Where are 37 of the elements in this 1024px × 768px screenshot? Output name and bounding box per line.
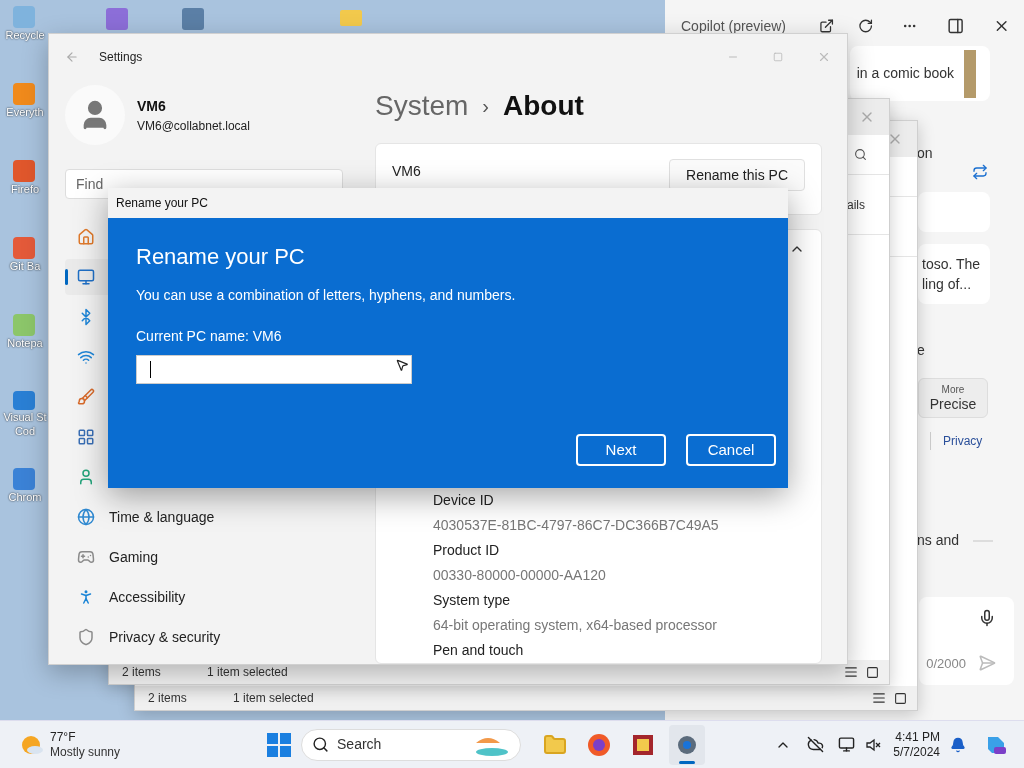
message-text: toso. The (922, 255, 982, 274)
pc-name: VM6 (392, 161, 421, 181)
weather-condition: Mostly sunny (50, 744, 121, 760)
desktop-icon-label: Notepa (7, 336, 43, 350)
dialog-heading: Rename your PC (136, 243, 306, 271)
card-text: in a comic book (856, 64, 954, 83)
spec-value: 00330-80000-00000-AA120 (433, 566, 607, 585)
spec-value: 4030537E-81BC-4797-86C7-DC366B7C49A5 (433, 516, 720, 535)
spec-label: System type (433, 591, 512, 610)
item-count: 2 items (148, 690, 188, 707)
user-name: VM6 (137, 96, 167, 116)
desktop-icon-label: Firefo (10, 182, 40, 196)
desktop-icon-label: Visual St Cod (3, 410, 47, 438)
breadcrumb-separator: › (482, 94, 490, 119)
selection-count: 1 item selected (207, 664, 288, 681)
message-text: ling of... (922, 275, 973, 294)
spec-label: Device ID (433, 491, 495, 510)
selection-count: 1 item selected (233, 690, 314, 707)
page-title: About (503, 89, 584, 123)
dialog-description: You can use a combination of letters, hyphens, and numbers. (136, 286, 517, 305)
window-title: Settings (99, 48, 143, 66)
message-text: on (917, 144, 933, 163)
desktop-icon-label: Git Ba (9, 259, 41, 273)
desktop-icon-label: Everyth (6, 105, 44, 119)
spec-label: Product ID (433, 541, 501, 560)
panel-title: Copilot (preview) (681, 16, 788, 36)
temperature: 77°F (50, 729, 77, 745)
character-counter: 0/2000 (926, 654, 966, 673)
user-email: VM6@collabnet.local (137, 117, 250, 135)
desktop-icon-label: Recycle (5, 28, 45, 42)
current-name-label: Current PC name: VM6 (136, 327, 283, 346)
spec-label: Pen and touch (433, 641, 525, 660)
spec-value: 64-bit operating system, x64-based processor (433, 616, 719, 635)
message-text: ns and (917, 531, 960, 550)
item-count: 2 items (122, 664, 162, 681)
desktop-icon-label: Chrom (8, 490, 42, 504)
message-text: e (917, 341, 926, 360)
